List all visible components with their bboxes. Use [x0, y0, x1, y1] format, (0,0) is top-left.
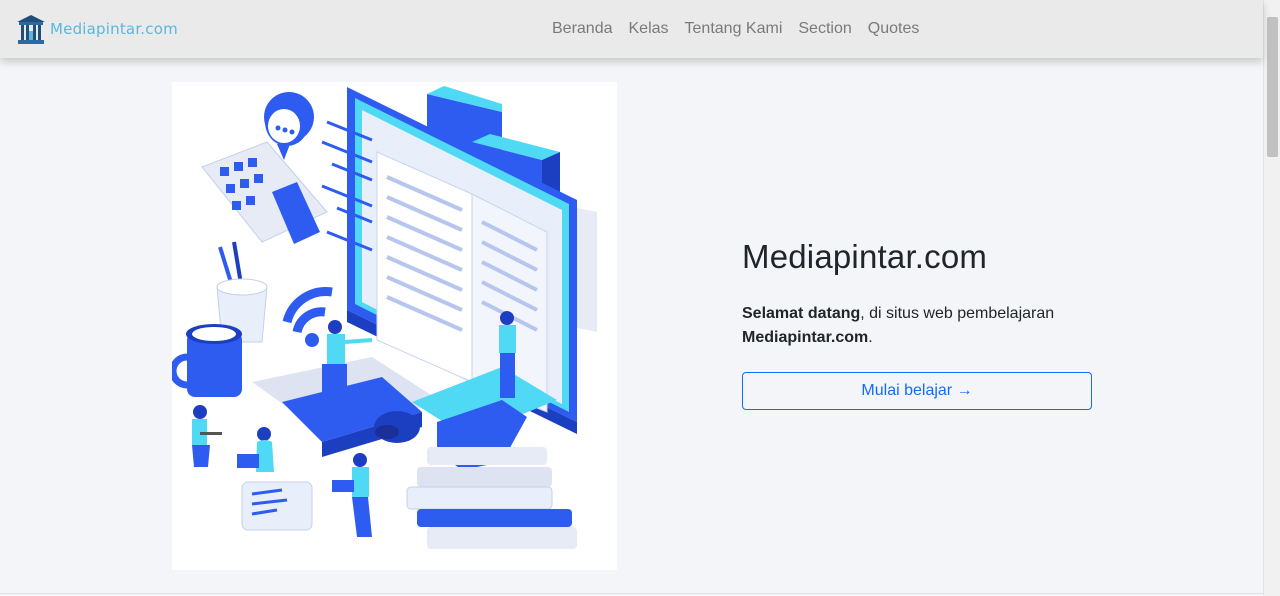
learning-illustration — [172, 86, 612, 549]
arrow-right-icon: → — [956, 382, 973, 399]
hero-title: Mediapintar.com — [742, 238, 988, 275]
hero-desc-end: . — [868, 329, 873, 346]
scrollbar-thumb[interactable] — [1267, 17, 1278, 157]
brand[interactable]: Mediapintar.com — [16, 12, 178, 46]
nav-link-quotes[interactable]: Quotes — [860, 20, 928, 38]
hero-description: Selamat datang, di situs web pembelajara… — [742, 302, 1092, 350]
nav-link-tentang-kami[interactable]: Tentang Kami — [677, 20, 791, 38]
navbar: Mediapintar.com Beranda Kelas Tentang Ka… — [0, 0, 1263, 58]
nav-link-section[interactable]: Section — [790, 20, 859, 38]
page-scrollbar[interactable] — [1263, 0, 1280, 596]
section-divider — [0, 593, 1263, 594]
hero-content: Mediapintar.com Selamat datang, di situs… — [742, 238, 1092, 410]
nav-link-kelas[interactable]: Kelas — [621, 20, 677, 38]
brand-name: Mediapintar.com — [50, 20, 178, 38]
hero-desc-text: , di situs web pembelajaran — [860, 305, 1055, 322]
nav-menu: Beranda Kelas Tentang Kami Section Quote… — [544, 0, 927, 58]
nav-link-beranda[interactable]: Beranda — [544, 20, 621, 38]
hero-desc-bold-welcome: Selamat datang — [742, 305, 861, 322]
hero-illustration — [172, 82, 617, 570]
hero-desc-bold-site: Mediapintar.com — [742, 329, 869, 346]
school-building-icon — [17, 14, 45, 44]
start-learning-label: Mulai belajar — [861, 382, 953, 399]
start-learning-button[interactable]: Mulai belajar → — [742, 372, 1092, 410]
